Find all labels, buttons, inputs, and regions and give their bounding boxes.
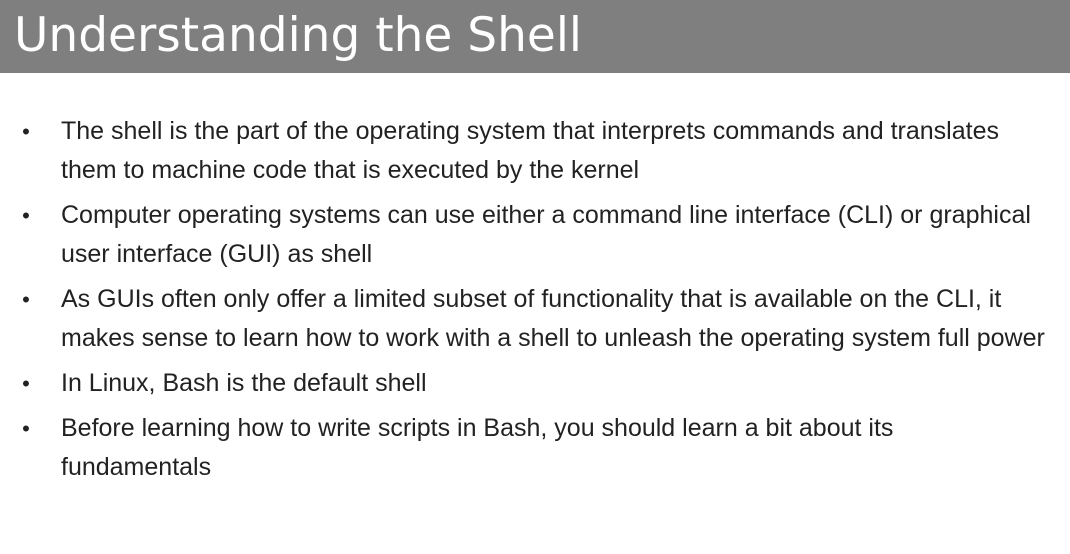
bullet-text: Before learning how to write scripts in … <box>61 414 894 481</box>
bullet-item: • In Linux, Bash is the default shell <box>0 364 1070 403</box>
bullet-item: • As GUIs often only offer a limited sub… <box>0 280 1070 358</box>
bullet-list: • The shell is the part of the operating… <box>0 112 1070 493</box>
bullet-dot-icon: • <box>22 119 30 144</box>
bullet-text: The shell is the part of the operating s… <box>61 117 999 184</box>
bullet-dot-icon: • <box>22 203 30 228</box>
bullet-item: • Computer operating systems can use eit… <box>0 196 1070 274</box>
slide-title: Understanding the Shell <box>14 8 582 63</box>
bullet-text: As GUIs often only offer a limited subse… <box>61 285 1045 352</box>
title-bar: Understanding the Shell <box>0 0 1070 73</box>
bullet-item: • The shell is the part of the operating… <box>0 112 1070 190</box>
bullet-item: • Before learning how to write scripts i… <box>0 409 1070 487</box>
bullet-text: In Linux, Bash is the default shell <box>61 369 427 397</box>
bullet-dot-icon: • <box>22 416 30 441</box>
slide: Understanding the Shell • The shell is t… <box>0 0 1070 554</box>
bullet-dot-icon: • <box>22 371 30 396</box>
bullet-dot-icon: • <box>22 287 30 312</box>
bullet-text: Computer operating systems can use eithe… <box>61 201 1031 268</box>
